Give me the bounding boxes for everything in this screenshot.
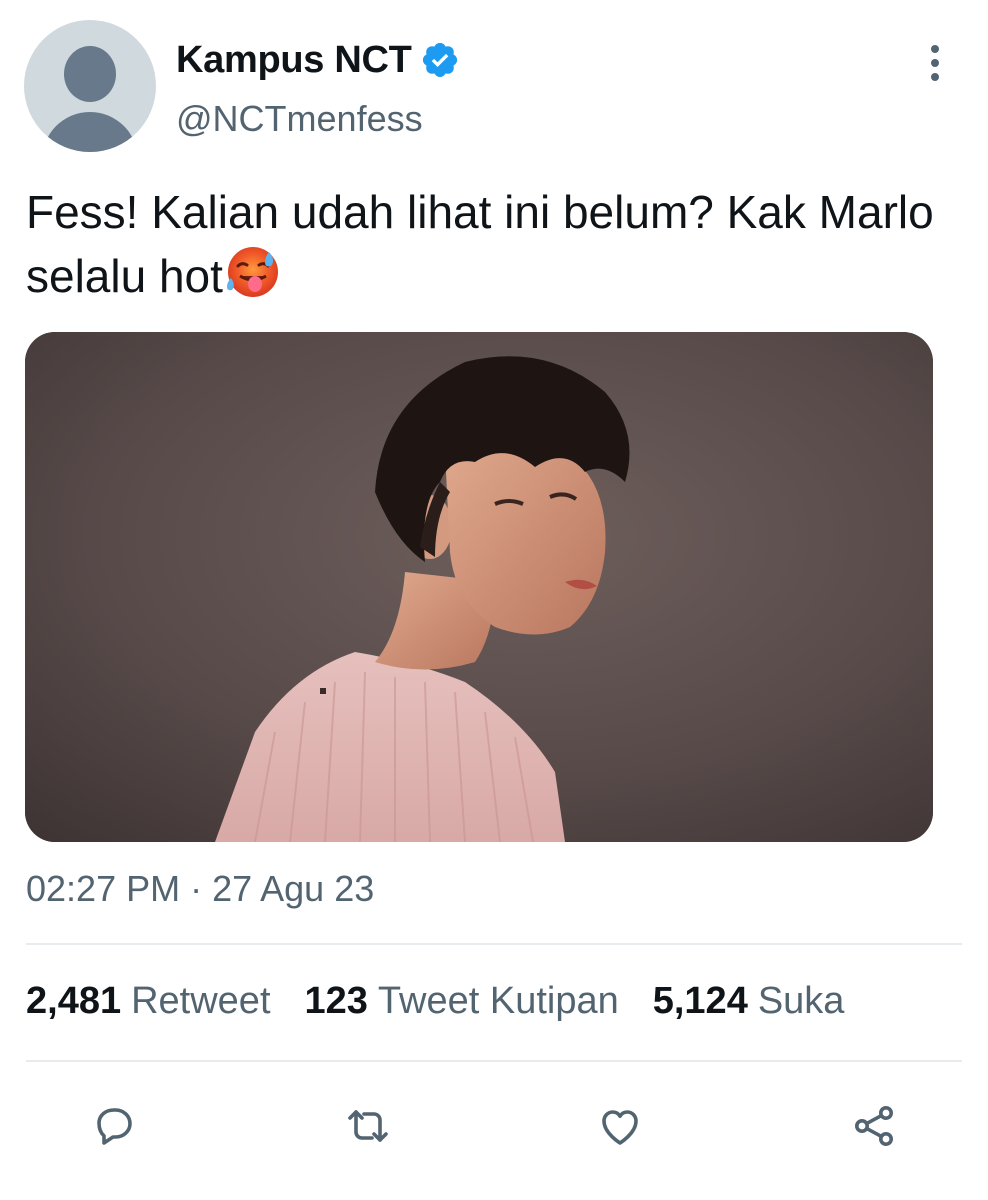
avatar[interactable]: [24, 20, 156, 152]
like-label: Suka: [757, 980, 845, 1022]
engagement-stats: 2,481 Retweet 123 Tweet Kutipan 5,124 Suka: [26, 980, 878, 1023]
share-icon[interactable]: [846, 1098, 902, 1154]
more-dot: [931, 73, 939, 81]
retweet-label: Retweet: [131, 980, 271, 1022]
reply-icon[interactable]: [86, 1098, 142, 1154]
timestamp-separator: ·: [180, 868, 213, 909]
retweet-count-link[interactable]: 2,481 Retweet: [26, 980, 271, 1023]
author-handle[interactable]: @NCTmenfess: [176, 98, 423, 140]
hot-face-emoji-icon: [225, 244, 281, 300]
divider: [26, 943, 962, 945]
like-icon[interactable]: [592, 1098, 648, 1154]
like-count: 5,124: [652, 980, 748, 1022]
quote-count: 123: [304, 980, 368, 1022]
tweet-time[interactable]: 02:27 PM: [26, 868, 180, 909]
tweet-date[interactable]: 27 Agu 23: [212, 868, 374, 909]
author-name-row: Kampus NCT: [176, 36, 460, 84]
tweet-timestamp: 02:27 PM · 27 Agu 23: [26, 868, 374, 910]
verified-badge-icon: [420, 40, 460, 80]
avatar-head-shape: [64, 46, 116, 102]
retweet-icon[interactable]: [340, 1098, 396, 1154]
more-options-icon[interactable]: [912, 40, 958, 86]
action-bar: [0, 1098, 988, 1154]
quote-label: Tweet Kutipan: [377, 980, 619, 1022]
tweet-text: Fess! Kalian udah lihat ini belum? Kak M…: [26, 186, 934, 302]
tweet-container: Kampus NCT @NCTmenfess Fess! Kalian udah…: [0, 0, 988, 1200]
more-dot: [931, 45, 939, 53]
like-count-link[interactable]: 5,124 Suka: [653, 980, 845, 1023]
author-display-name[interactable]: Kampus NCT: [176, 39, 412, 82]
quote-count-link[interactable]: 123 Tweet Kutipan: [305, 980, 619, 1023]
avatar-body-shape: [42, 112, 138, 152]
tweet-text-block: Fess! Kalian udah lihat ini belum? Kak M…: [26, 180, 946, 308]
tweet-photo[interactable]: [25, 332, 933, 842]
retweet-count: 2,481: [26, 980, 122, 1022]
more-dot: [931, 59, 939, 67]
divider: [26, 1060, 962, 1062]
